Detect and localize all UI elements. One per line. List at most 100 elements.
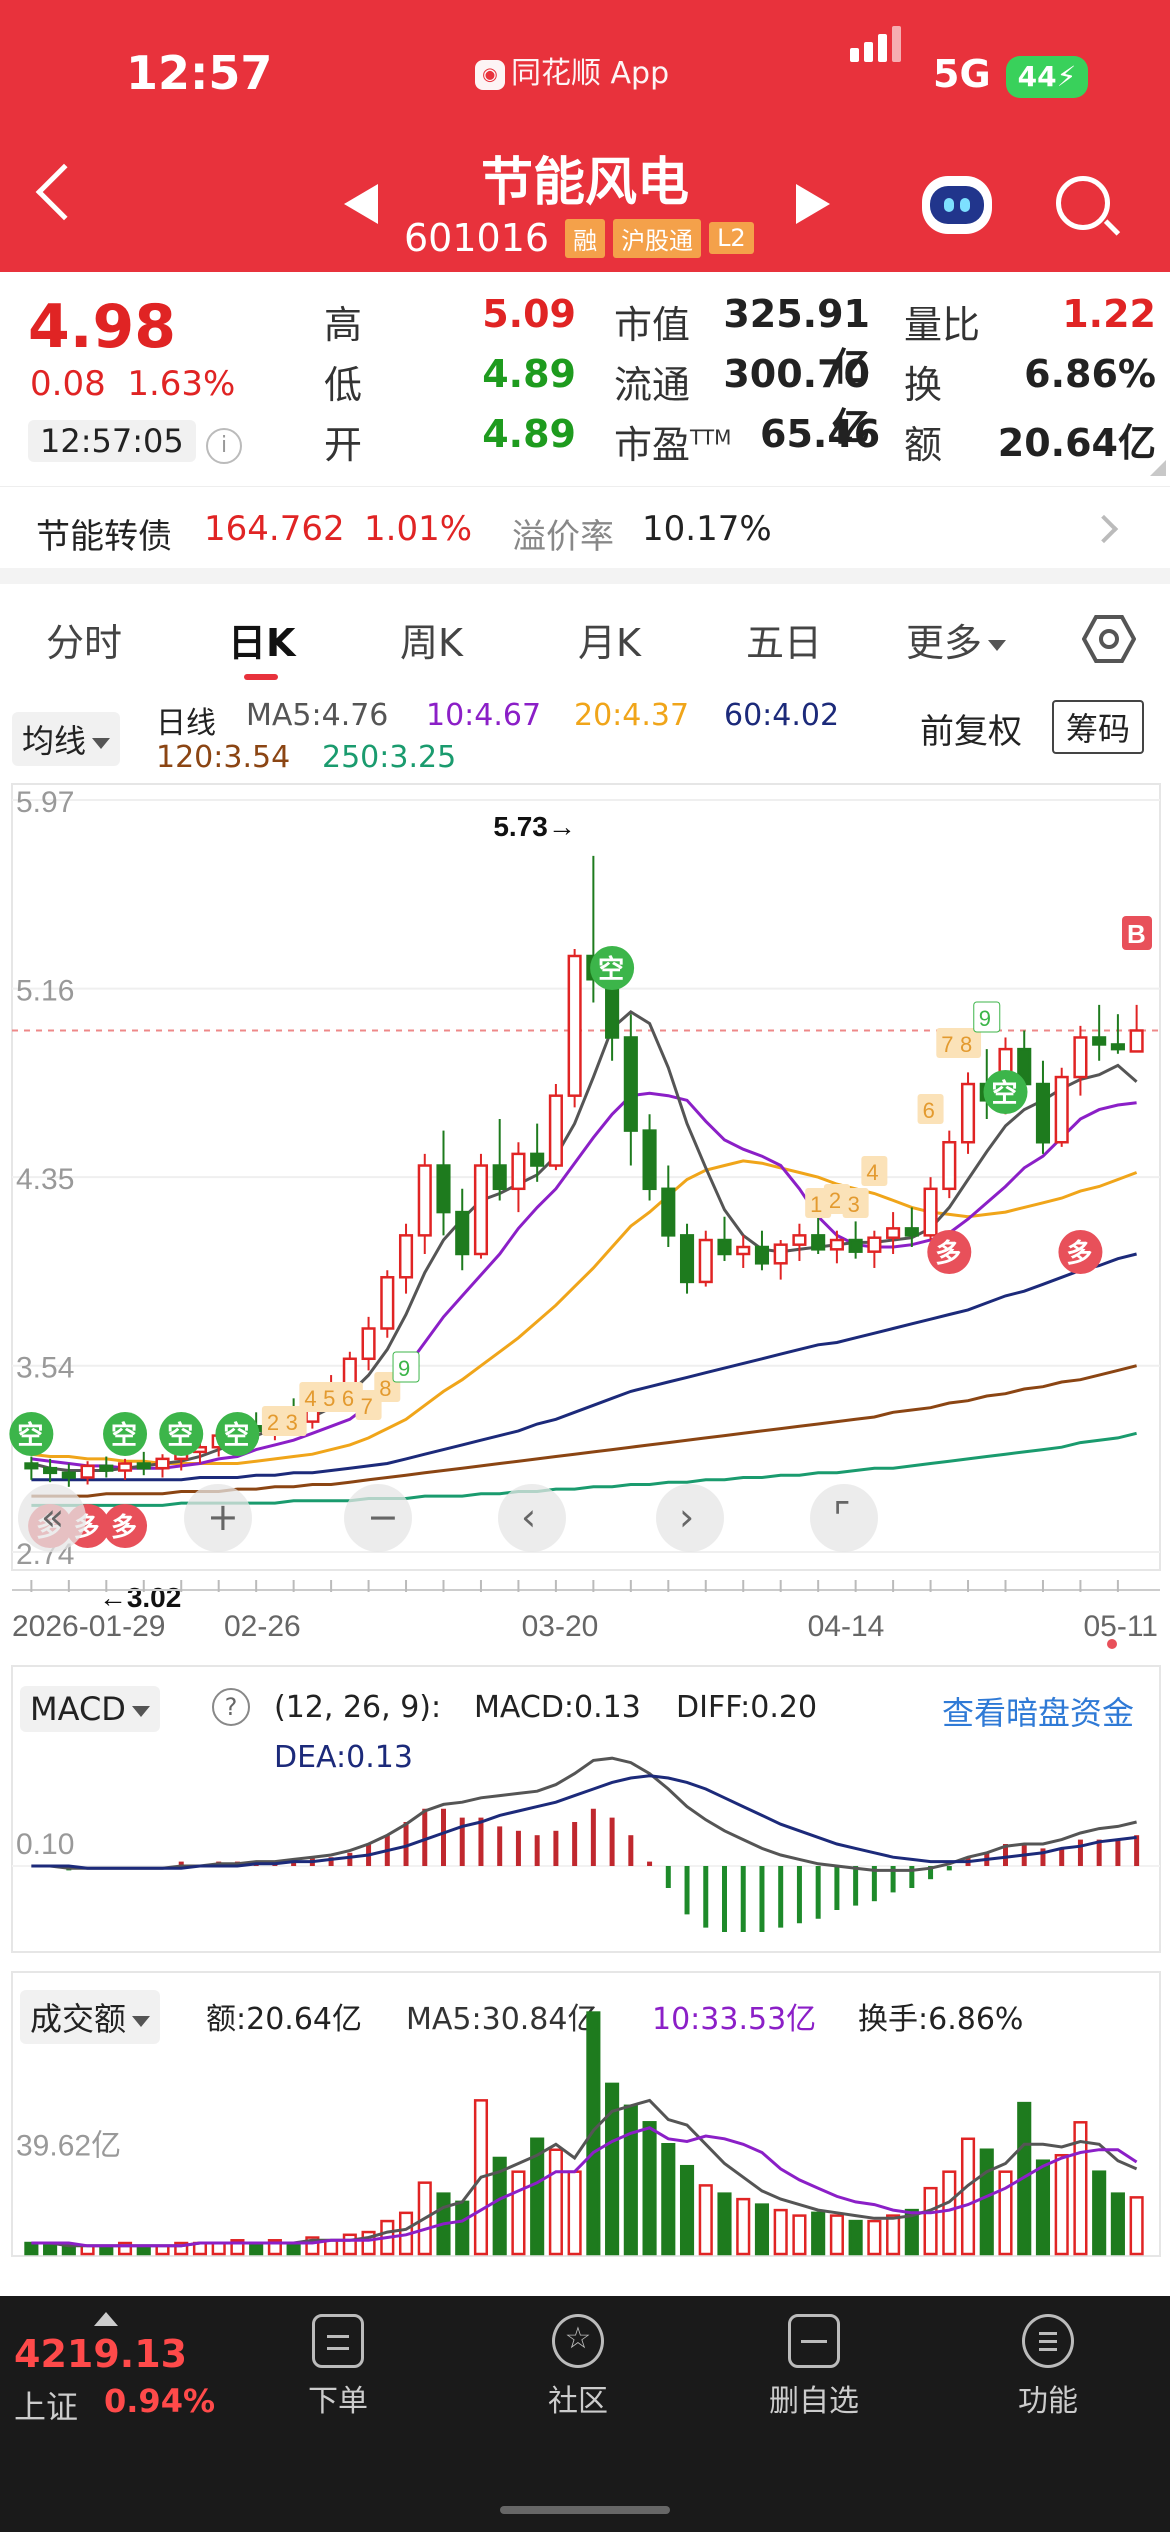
candle <box>417 1153 432 1254</box>
signal-empty-text: 空 <box>992 1078 1018 1108</box>
chart-nav-button[interactable]: + <box>184 1484 252 1552</box>
chart-nav-button[interactable]: − <box>344 1484 412 1552</box>
signal-b-text: B <box>1127 919 1146 949</box>
volume-bar <box>736 2197 751 2256</box>
nav-menu[interactable]: 功能 <box>988 2314 1108 2420</box>
candle-body <box>679 1234 695 1284</box>
volume-bar <box>286 2241 301 2256</box>
candle <box>1129 1004 1144 1053</box>
index-name: 上证 <box>14 2388 79 2426</box>
candle <box>717 1216 732 1261</box>
chart-nav-button[interactable]: ‹ <box>498 1484 566 1552</box>
candle <box>1035 1060 1051 1154</box>
candle-body <box>492 1164 507 1191</box>
volume-bar <box>942 2170 957 2256</box>
candle <box>773 1240 788 1280</box>
x-tick-label: 02-26 <box>224 1610 301 1643</box>
chart-nav-button[interactable]: › <box>656 1484 724 1552</box>
today-dot <box>1107 1639 1117 1649</box>
volume-bar <box>773 2208 788 2256</box>
macd-y-tick: 0.10 <box>16 1828 74 1861</box>
home-indicator <box>500 2506 670 2514</box>
candle-body <box>436 1164 451 1214</box>
candle-body <box>43 1466 58 1475</box>
volume-y-tick: 39.62亿 <box>16 2129 121 2162</box>
candle <box>398 1223 414 1294</box>
volume-bar <box>43 2244 58 2256</box>
td-count-text: 8 <box>960 1032 972 1057</box>
candle-body <box>548 1094 563 1167</box>
volume-bar <box>455 2200 470 2256</box>
candle-body <box>623 1036 638 1132</box>
y-tick-label: 4.35 <box>16 1163 74 1196</box>
x-tick-label: 03-20 <box>522 1610 599 1643</box>
volume-bar <box>548 2148 563 2256</box>
candle <box>136 1451 151 1476</box>
x-tick-label: 04-14 <box>808 1610 885 1643</box>
ma20-line <box>31 1159 1138 1465</box>
candle <box>1110 1014 1125 1054</box>
candle <box>829 1230 844 1264</box>
volume-bar <box>511 2170 526 2256</box>
y-tick-label: 5.97 <box>16 786 74 819</box>
signal-long-text: 多 <box>1066 1238 1092 1268</box>
td-count-text: 2 <box>267 1410 279 1435</box>
candle <box>679 1223 695 1294</box>
volume-bar <box>829 2214 844 2256</box>
candle-body <box>773 1243 788 1265</box>
index-percent: 0.94% <box>104 2382 216 2420</box>
candle-body <box>698 1238 713 1284</box>
td-count-text: 8 <box>379 1376 391 1401</box>
order-icon <box>312 2314 364 2368</box>
candle-body <box>361 1327 376 1361</box>
volume-bar <box>623 2104 638 2256</box>
candle-body <box>1035 1082 1051 1144</box>
td-count-text: 6 <box>923 1098 935 1123</box>
candle <box>492 1118 507 1201</box>
candle <box>960 1072 976 1154</box>
nav-order[interactable]: 下单 <box>278 2314 398 2420</box>
candle <box>792 1223 807 1261</box>
volume-bar <box>717 2192 732 2256</box>
candle-body <box>398 1234 414 1279</box>
candle-body <box>1073 1036 1088 1079</box>
chart-nav-button[interactable]: ⌜ <box>810 1484 878 1552</box>
low-annotation: ←3.02 <box>99 1582 182 1613</box>
candle-body <box>380 1276 395 1330</box>
candle-body <box>717 1238 732 1256</box>
x-tick-label: 05-11 <box>1083 1610 1158 1643</box>
candle-body <box>99 1464 114 1472</box>
chart-nav-button[interactable]: « <box>18 1484 86 1552</box>
volume-bar <box>567 2170 582 2256</box>
candle-body <box>530 1152 545 1167</box>
nav-menu-label: 功能 <box>1018 2384 1078 2419</box>
candle <box>436 1130 451 1236</box>
volume-bar <box>342 2233 357 2256</box>
nav-community[interactable]: ☆ 社区 <box>518 2314 638 2420</box>
candle-body <box>754 1245 770 1265</box>
candle-body <box>886 1227 901 1239</box>
nav-remove-watchlist[interactable]: 删自选 <box>754 2314 874 2420</box>
candle-body <box>417 1164 432 1237</box>
candle <box>548 1084 563 1171</box>
candle <box>455 1188 470 1271</box>
kline-charts[interactable]: 5.975.164.353.542.745.73→←3.02空空空空空空多 多多多… <box>0 0 1170 2296</box>
candle <box>923 1177 938 1241</box>
td-count-text: 7 <box>941 1032 953 1057</box>
candle-body <box>923 1187 938 1237</box>
chart-nav-icon: − <box>367 1495 399 1539</box>
y-tick-label: 5.16 <box>16 975 74 1008</box>
candle-body <box>511 1152 526 1191</box>
index-value[interactable]: 4219.13 <box>14 2332 187 2376</box>
signal-empty-text: 空 <box>17 1420 43 1450</box>
chart-nav-icon: ‹ <box>521 1495 536 1539</box>
candle-body <box>473 1164 489 1256</box>
volume-bar <box>1110 2192 1125 2256</box>
td-count-text: 9 <box>979 1006 991 1031</box>
bottom-nav: 4219.13 上证 0.94% 下单 ☆ 社区 删自选 功能 <box>0 2296 1170 2532</box>
candle-body <box>811 1234 826 1251</box>
volume-bar <box>586 2011 601 2256</box>
index-up-arrow-icon <box>94 2312 118 2326</box>
candle-body <box>661 1187 676 1237</box>
volume-bar <box>754 2203 770 2256</box>
